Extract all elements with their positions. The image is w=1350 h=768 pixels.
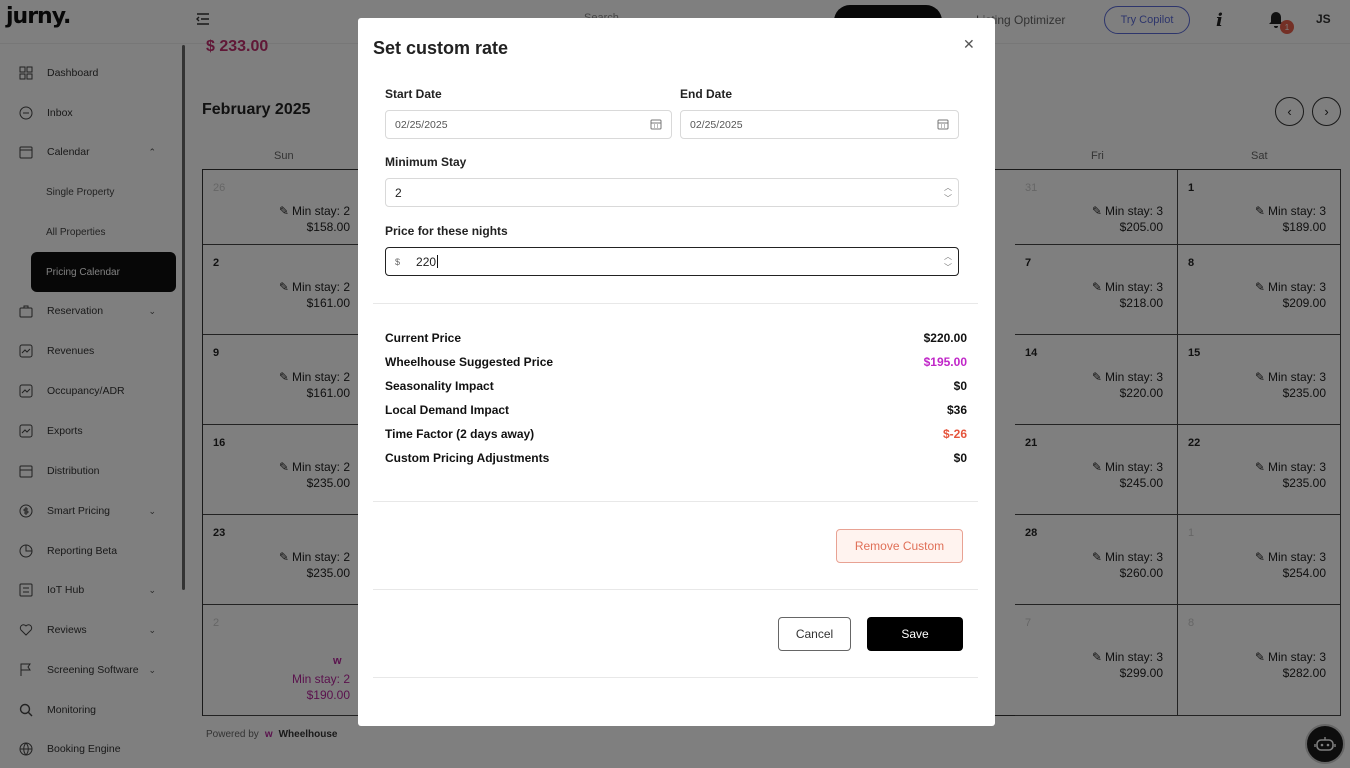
breakdown-label: Time Factor (2 days away) [385,427,535,441]
breakdown-value: $195.00 [923,355,967,369]
breakdown-value: $-26 [942,427,967,441]
divider [373,589,978,590]
end-date-value: 02/25/2025 [690,118,743,131]
breakdown-label: Custom Pricing Adjustments [385,451,550,465]
min-stay-value: 2 [395,185,402,200]
min-stay-input[interactable]: 2 ︿ ﹀ [385,178,959,207]
breakdown-label: Seasonality Impact [385,379,494,393]
breakdown-value: $0 [953,451,967,465]
stepper-icon[interactable]: ︿ ﹀ [944,182,952,204]
end-date-input[interactable]: 02/25/2025 [680,110,959,139]
breakdown-label: Local Demand Impact [385,403,510,417]
start-date-label: Start Date [385,87,442,101]
set-custom-rate-modal: Set custom rate ✕ Start Date 02/25/2025 … [358,18,995,726]
text-cursor [437,255,439,268]
breakdown-value: $220.00 [923,331,967,345]
start-date-input[interactable]: 02/25/2025 [385,110,672,139]
modal-title: Set custom rate [373,38,509,58]
price-label: Price for these nights [385,224,508,238]
breakdown-value: $0 [953,379,967,393]
min-stay-label: Minimum Stay [385,155,467,169]
breakdown-value: $36 [946,403,967,417]
cancel-button[interactable]: Cancel [778,617,851,651]
calendar-icon[interactable] [937,118,949,133]
divider [373,303,978,304]
remove-custom-button[interactable]: Remove Custom [836,529,963,563]
divider [373,501,978,502]
breakdown-label: Current Price [385,331,462,345]
breakdown-label: Wheelhouse Suggested Price [385,355,554,369]
currency-prefix: $ [395,256,401,267]
close-icon[interactable]: ✕ [963,36,975,53]
calendar-icon[interactable] [650,118,662,133]
price-value: 220 [416,254,437,269]
save-button[interactable]: Save [867,617,963,651]
price-input[interactable]: $ 220 ︿ ﹀ [385,247,959,276]
start-date-value: 02/25/2025 [395,118,448,131]
end-date-label: End Date [680,87,733,101]
divider [373,677,978,678]
stepper-icon[interactable]: ︿ ﹀ [944,251,952,273]
